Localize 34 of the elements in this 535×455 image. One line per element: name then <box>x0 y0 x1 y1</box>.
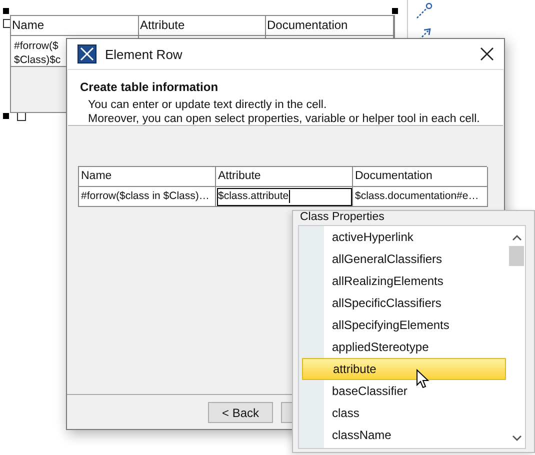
property-item[interactable]: className <box>324 424 508 446</box>
table-cell[interactable]: $class.documentation#e… <box>353 187 488 207</box>
column-header: Documentation <box>266 16 394 35</box>
column-header: Name <box>11 16 139 35</box>
scroll-down-icon[interactable] <box>512 434 522 442</box>
description-text: Moreover, you can open select properties, variable or helper tool in each cell. <box>87 112 481 126</box>
description-text: You can enter or update text directly in the cell. <box>87 98 328 112</box>
scroll-up-icon[interactable] <box>512 234 522 242</box>
resize-handle[interactable] <box>3 113 9 119</box>
column-header: Attribute <box>139 16 266 35</box>
column-header: Name <box>79 167 216 187</box>
property-item[interactable]: allSpecificClassifiers <box>324 292 508 314</box>
table-cell[interactable]: #forrow($class in $Class)… <box>79 187 216 207</box>
property-item[interactable]: appliedStereotype <box>324 336 508 358</box>
app-icon <box>77 44 97 64</box>
connector-icon[interactable] <box>415 2 433 20</box>
property-item[interactable]: attribute <box>302 358 506 380</box>
property-item[interactable]: allRealizingElements <box>324 270 508 292</box>
column-header: Attribute <box>216 167 353 187</box>
property-item[interactable]: class <box>324 402 508 424</box>
group-title: Class Properties <box>298 211 386 223</box>
resize-handle[interactable] <box>3 8 9 14</box>
cell-input[interactable]: $class.attribute <box>216 187 353 207</box>
close-icon[interactable] <box>480 47 494 61</box>
dialog-heading: Create table information <box>80 80 220 94</box>
property-item[interactable]: allSpecifyingElements <box>324 314 508 336</box>
property-item[interactable]: activeHyperlink <box>324 226 508 248</box>
scroll-thumb[interactable] <box>509 246 524 266</box>
column-header: Documentation <box>353 167 488 187</box>
mouse-cursor-icon <box>416 369 430 389</box>
property-item[interactable]: baseClassifier <box>324 380 508 402</box>
back-button[interactable]: < Back <box>208 402 273 423</box>
property-item[interactable]: allGeneralClassifiers <box>324 248 508 270</box>
resize-handle[interactable] <box>392 8 398 14</box>
